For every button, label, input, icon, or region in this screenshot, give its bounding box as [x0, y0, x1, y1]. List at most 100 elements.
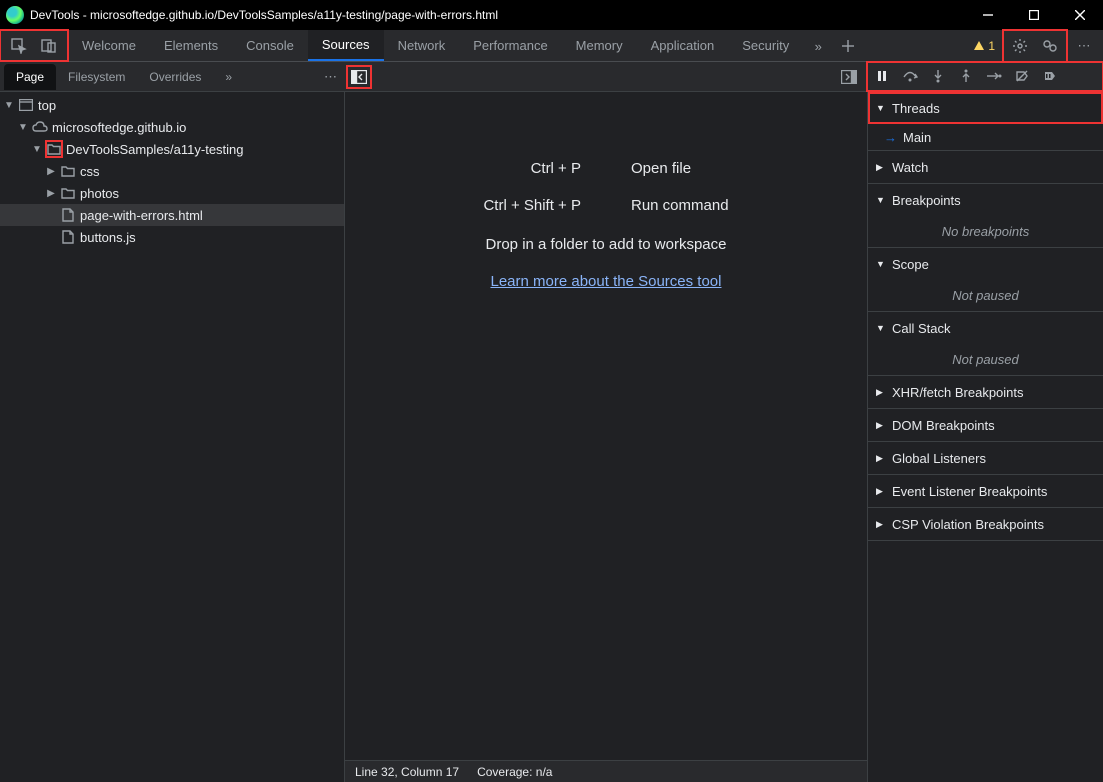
- tab-welcome[interactable]: Welcome: [68, 30, 150, 61]
- deactivate-breakpoints-icon[interactable]: [1013, 67, 1031, 85]
- scope-not-paused: Not paused: [868, 280, 1103, 311]
- tree-top[interactable]: ▼ top: [0, 94, 344, 116]
- close-window-button[interactable]: [1057, 0, 1103, 30]
- section-watch[interactable]: ▶Watch: [868, 151, 1103, 183]
- tree-file-page-with-errors[interactable]: page-with-errors.html: [0, 204, 344, 226]
- tree-folder-css[interactable]: ▶ css: [0, 160, 344, 182]
- tree-folder-css-label: css: [80, 164, 100, 179]
- more-tabs-icon[interactable]: »: [805, 33, 831, 59]
- tab-elements[interactable]: Elements: [150, 30, 232, 61]
- tree-domain[interactable]: ▼ microsoftedge.github.io: [0, 116, 344, 138]
- inspect-icon[interactable]: [6, 33, 32, 59]
- tree-folder-photos[interactable]: ▶ photos: [0, 182, 344, 204]
- pause-on-exceptions-icon[interactable]: [1041, 67, 1059, 85]
- learn-more-link[interactable]: Learn more about the Sources tool: [491, 273, 722, 290]
- shortcut-open-file-keys: Ctrl + P: [483, 160, 581, 177]
- warning-badge[interactable]: 1: [968, 37, 1001, 55]
- panel-tabs: Welcome Elements Console Sources Network…: [68, 30, 968, 61]
- tree-top-label: top: [38, 98, 56, 113]
- step-over-icon[interactable]: [901, 67, 919, 85]
- step-into-icon[interactable]: [929, 67, 947, 85]
- debugger-toolbar: [867, 62, 1103, 91]
- no-breakpoints-text: No breakpoints: [868, 216, 1103, 247]
- main-toolbar: Welcome Elements Console Sources Network…: [0, 30, 1103, 62]
- editor-statusbar: Line 32, Column 17 Coverage: n/a: [345, 760, 867, 782]
- folder-icon: [60, 185, 76, 201]
- status-coverage: Coverage: n/a: [477, 765, 552, 779]
- arrow-right-icon: →: [884, 130, 897, 145]
- section-scope[interactable]: ▼Scope: [868, 248, 1103, 280]
- tree-folder-a11y[interactable]: ▼ DevToolsSamples/a11y-testing: [0, 138, 344, 160]
- tree-file2-label: buttons.js: [80, 230, 136, 245]
- step-out-icon[interactable]: [957, 67, 975, 85]
- cloud-icon: [32, 119, 48, 135]
- window-titlebar: DevTools - microsoftedge.github.io/DevTo…: [0, 0, 1103, 30]
- section-threads[interactable]: ▼Threads: [868, 92, 1103, 124]
- sources-subbar: Page Filesystem Overrides » ⋯: [0, 62, 1103, 92]
- warning-icon: [974, 41, 984, 50]
- section-scope-label: Scope: [892, 257, 929, 272]
- minimize-button[interactable]: [965, 0, 1011, 30]
- subtab-filesystem[interactable]: Filesystem: [56, 64, 137, 90]
- pause-icon[interactable]: [873, 67, 891, 85]
- section-threads-label: Threads: [892, 101, 940, 116]
- more-subtabs-icon[interactable]: »: [213, 64, 244, 90]
- section-xhr-label: XHR/fetch Breakpoints: [892, 385, 1024, 400]
- tab-memory[interactable]: Memory: [562, 30, 637, 61]
- section-event-listener-breakpoints[interactable]: ▶Event Listener Breakpoints: [868, 475, 1103, 507]
- tree-file1-label: page-with-errors.html: [80, 208, 203, 223]
- section-breakpoints[interactable]: ▼Breakpoints: [868, 184, 1103, 216]
- step-icon[interactable]: [985, 67, 1003, 85]
- file-icon: [60, 229, 76, 245]
- section-csp-label: CSP Violation Breakpoints: [892, 517, 1044, 532]
- section-callstack[interactable]: ▼Call Stack: [868, 312, 1103, 344]
- tab-application[interactable]: Application: [637, 30, 729, 61]
- shortcut-run-command-label: Run command: [631, 197, 729, 214]
- subtab-page[interactable]: Page: [4, 64, 56, 90]
- tab-sources[interactable]: Sources: [308, 30, 384, 61]
- section-xhr-breakpoints[interactable]: ▶XHR/fetch Breakpoints: [868, 376, 1103, 408]
- subtab-overrides[interactable]: Overrides: [137, 64, 213, 90]
- drop-hint: Drop in a folder to add to workspace: [486, 236, 727, 253]
- file-icon: [60, 207, 76, 223]
- tab-security[interactable]: Security: [728, 30, 803, 61]
- maximize-button[interactable]: [1011, 0, 1057, 30]
- thread-main[interactable]: → Main: [868, 124, 1103, 150]
- callstack-not-paused: Not paused: [868, 344, 1103, 375]
- section-callstack-label: Call Stack: [892, 321, 951, 336]
- main-area: ▼ top ▼ microsoftedge.github.io ▼ DevToo…: [0, 92, 1103, 782]
- navigator-panel: ▼ top ▼ microsoftedge.github.io ▼ DevToo…: [0, 92, 345, 782]
- subbar-more-icon[interactable]: ⋯: [324, 69, 337, 85]
- more-options-icon[interactable]: ⋯: [1071, 33, 1097, 59]
- section-event-label: Event Listener Breakpoints: [892, 484, 1047, 499]
- tree-folder-photos-label: photos: [80, 186, 119, 201]
- tab-network[interactable]: Network: [384, 30, 460, 61]
- status-cursor-position: Line 32, Column 17: [355, 765, 459, 779]
- shortcut-open-file-label: Open file: [631, 160, 729, 177]
- feedback-icon[interactable]: [1037, 33, 1063, 59]
- folder-icon: [46, 141, 62, 157]
- editor-panel: Ctrl + P Open file Ctrl + Shift + P Run …: [345, 92, 867, 782]
- tree-folder-a11y-label: DevToolsSamples/a11y-testing: [66, 142, 244, 157]
- section-breakpoints-label: Breakpoints: [892, 193, 961, 208]
- tree-file-buttons-js[interactable]: buttons.js: [0, 226, 344, 248]
- device-toolbar-icon[interactable]: [36, 33, 62, 59]
- warning-count: 1: [988, 39, 995, 53]
- add-tab-icon[interactable]: [835, 33, 861, 59]
- tab-performance[interactable]: Performance: [459, 30, 561, 61]
- debugger-panel: ▼Threads → Main ▶Watch ▼Breakpoints No br…: [867, 92, 1103, 782]
- tab-console[interactable]: Console: [232, 30, 308, 61]
- section-watch-label: Watch: [892, 160, 928, 175]
- section-dom-breakpoints[interactable]: ▶DOM Breakpoints: [868, 409, 1103, 441]
- edge-icon: [6, 6, 24, 24]
- section-csp-breakpoints[interactable]: ▶CSP Violation Breakpoints: [868, 508, 1103, 540]
- thread-main-label: Main: [903, 130, 931, 145]
- shortcut-run-command-keys: Ctrl + Shift + P: [483, 197, 581, 214]
- toggle-navigator-button[interactable]: [347, 66, 371, 88]
- section-global-label: Global Listeners: [892, 451, 986, 466]
- section-global-listeners[interactable]: ▶Global Listeners: [868, 442, 1103, 474]
- toggle-debugger-button[interactable]: [837, 66, 861, 88]
- section-dom-label: DOM Breakpoints: [892, 418, 995, 433]
- tree-domain-label: microsoftedge.github.io: [52, 120, 186, 135]
- settings-gear-icon[interactable]: [1007, 33, 1033, 59]
